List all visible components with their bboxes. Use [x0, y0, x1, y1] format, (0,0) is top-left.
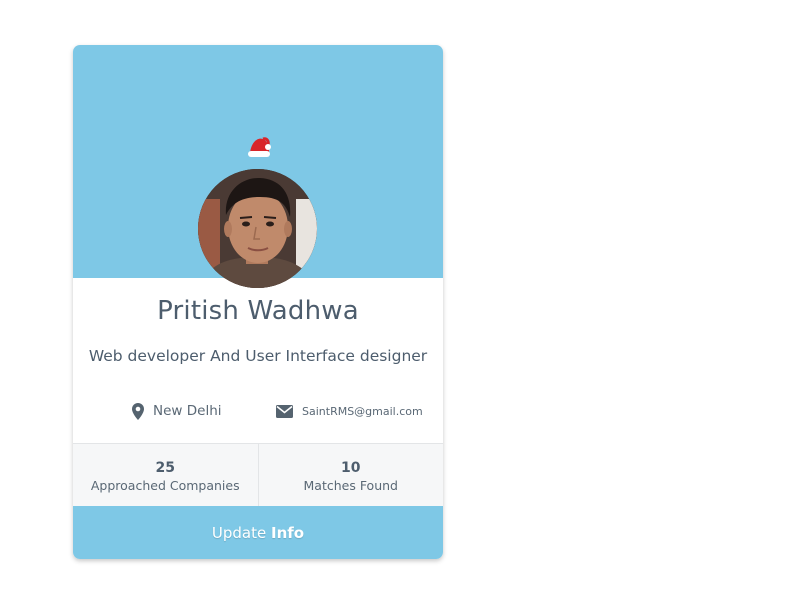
update-info-button[interactable]: Update Info: [73, 506, 443, 559]
santa-hat-icon: [245, 135, 273, 159]
profile-card: Pritish Wadhwa Web developer And User In…: [73, 45, 443, 559]
stat-value: 25: [155, 460, 175, 476]
location-info: New Delhi: [132, 401, 222, 421]
location-text: New Delhi: [153, 403, 222, 419]
stat-approached-companies: 25 Approached Companies: [73, 444, 258, 507]
envelope-icon: [276, 404, 293, 418]
email-info: SaintRMS@gmail.com: [276, 401, 423, 421]
stat-label: Approached Companies: [90, 478, 240, 493]
stat-value: 10: [341, 460, 361, 476]
map-marker-icon: [132, 402, 144, 420]
update-label: Update: [211, 524, 267, 542]
profile-title: Web developer And User Interface designe…: [88, 347, 428, 365]
avatar: [198, 169, 317, 288]
stat-matches-found: 10 Matches Found: [257, 444, 444, 507]
stats-bar: 25 Approached Companies 10 Matches Found: [73, 443, 443, 507]
profile-name: Pritish Wadhwa: [157, 296, 359, 326]
stat-label: Matches Found: [303, 478, 399, 493]
email-text: SaintRMS@gmail.com: [302, 404, 423, 418]
info-label: Info: [271, 524, 305, 542]
